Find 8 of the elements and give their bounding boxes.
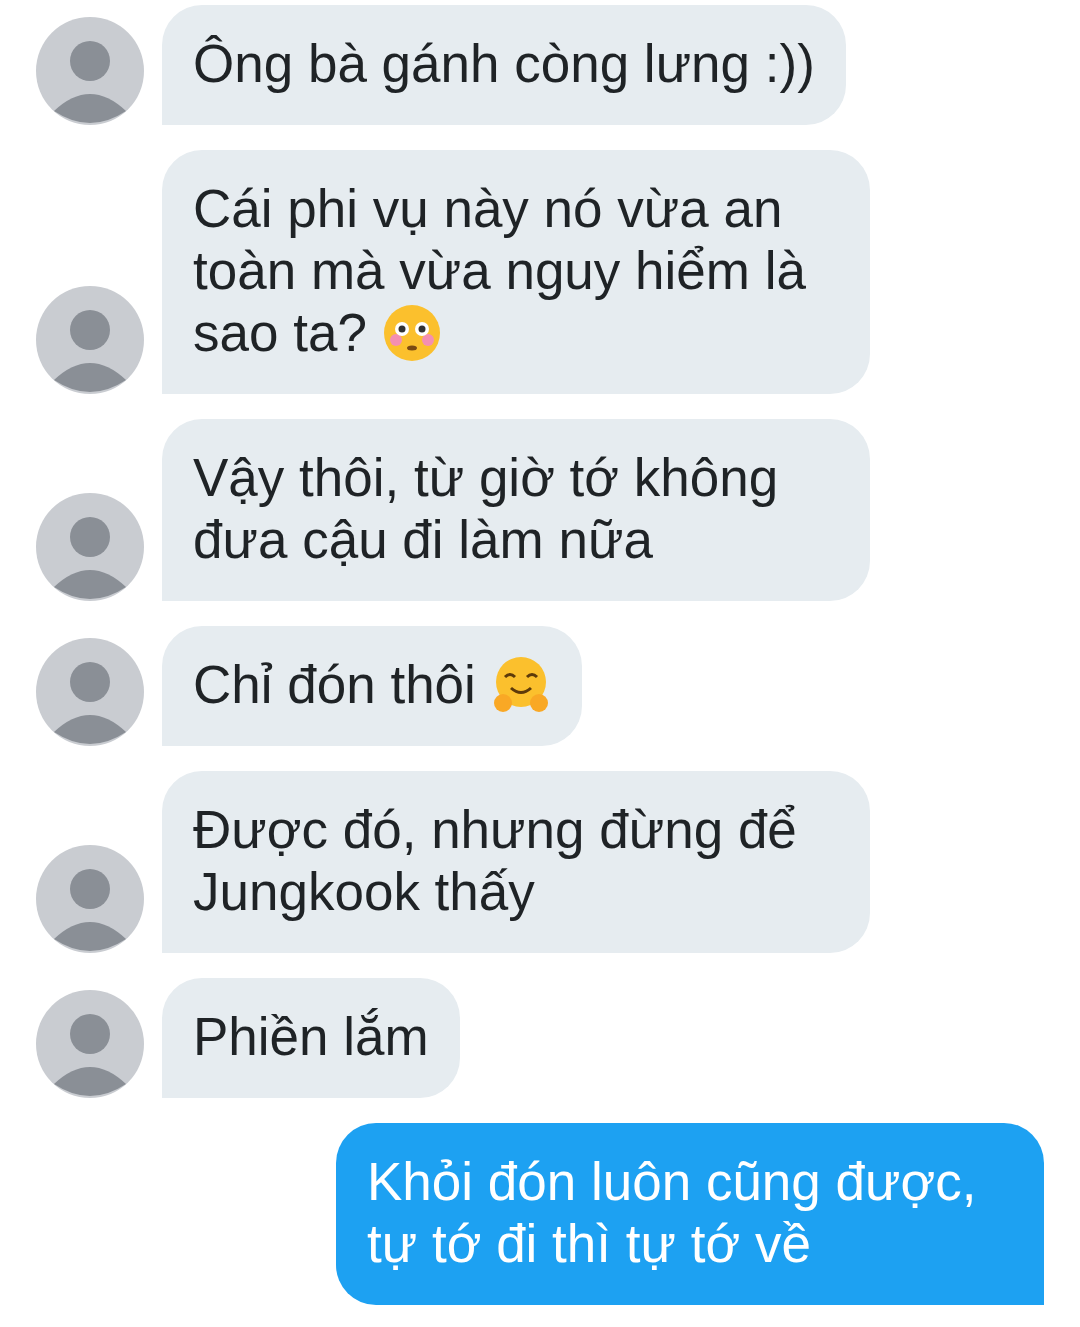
received-message: Chỉ đón thôi: [162, 626, 582, 746]
flushed-face-icon: [381, 303, 442, 363]
received-message: Vậy thôi, từ giờ tớ không đưa cậu đi làm nữa: [162, 419, 870, 601]
sent-message: Khỏi đón luôn cũng được, tự tớ đi thì tự tớ về: [336, 1123, 1044, 1305]
received-message: Được đó, nhưng đừng để Jungkook thấy: [162, 771, 870, 953]
received-message: Phiền lắm: [162, 978, 460, 1098]
received-message: Ông bà gánh còng lưng :)): [162, 5, 846, 125]
received-message: Cái phi vụ này nó vừa an toàn mà vừa nguy hiểm là sao ta?: [162, 150, 870, 394]
